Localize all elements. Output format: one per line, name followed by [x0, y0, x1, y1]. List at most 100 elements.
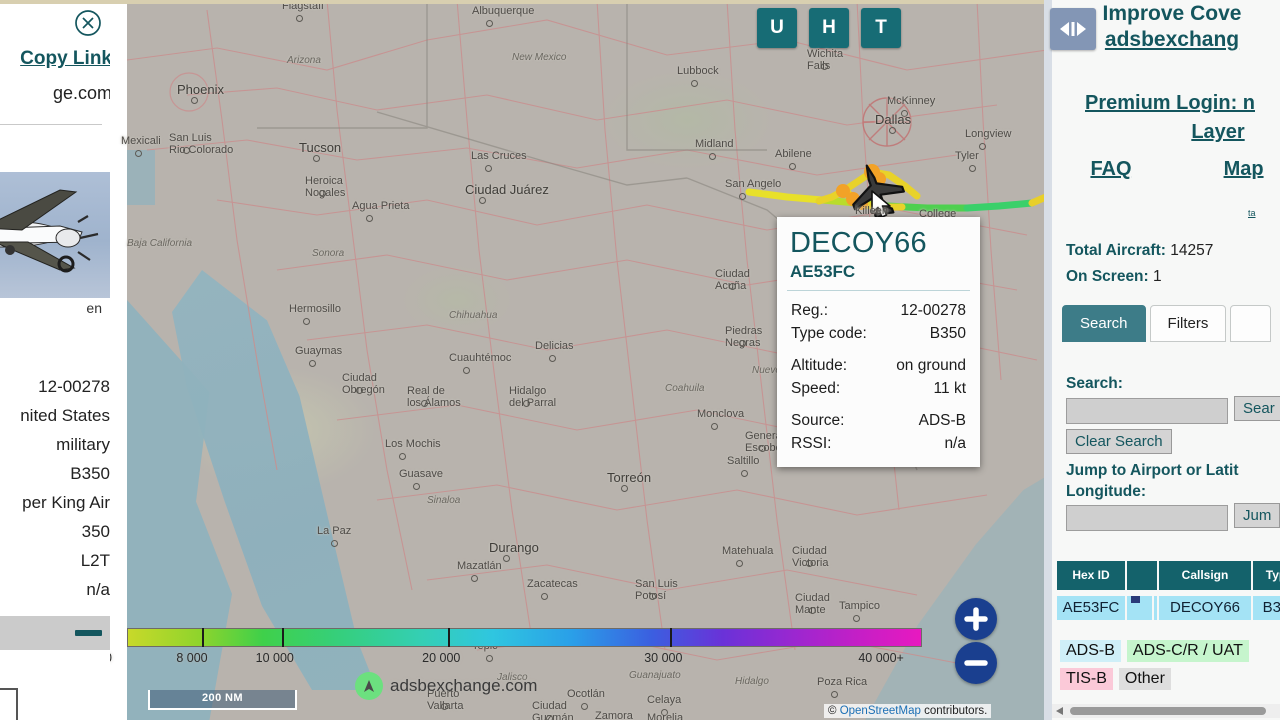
altitude-tick: [281, 628, 284, 647]
map-city-dot: [853, 615, 860, 622]
map-label-line: Potosí: [635, 590, 667, 602]
aircraft-spec-value: L2T: [80, 551, 110, 570]
map-label-line: Mazatlán: [457, 560, 502, 572]
map-label: Lubbock: [677, 65, 719, 77]
osm-link[interactable]: OpenStreetMap: [840, 705, 921, 717]
search-button[interactable]: Sear: [1234, 396, 1280, 421]
map-link[interactable]: Map: [1224, 158, 1264, 181]
table-header-cell[interactable]: Callsign: [1159, 561, 1253, 590]
panel-option-box[interactable]: [0, 688, 18, 720]
map-label-line: Guaymas: [295, 345, 343, 357]
map-city-dot: [739, 340, 746, 347]
popup-row-value: ADS-B: [918, 411, 966, 429]
tab-filters[interactable]: Filters: [1149, 305, 1227, 342]
sidebar-tabs[interactable]: Search Filters: [1062, 305, 1271, 342]
table-header-cell[interactable]: Typ: [1253, 561, 1280, 590]
aircraft-info-popup[interactable]: DECOY66 AE53FC Reg.: 12-00278 Type code: B3…: [777, 217, 980, 467]
map-button-t[interactable]: T: [861, 8, 901, 48]
map-city-dot: [889, 127, 896, 134]
map-label-line: los Álamos: [407, 397, 461, 409]
aircraft-detail-sidebar[interactable]: Copy Link ge.com en 12-00278 nited State…: [0, 0, 110, 720]
zoom-in-button[interactable]: [955, 598, 997, 640]
table-horizontal-scrollbar[interactable]: [1052, 704, 1280, 718]
map-label-line: Dallas: [875, 112, 912, 127]
adsbexchange-logo-icon: [355, 672, 383, 700]
map-city-dot: [691, 80, 698, 87]
sidebar-toggle-button[interactable]: [1050, 8, 1096, 50]
map-city-dot: [979, 143, 986, 150]
trail-opacity-slider[interactable]: [0, 616, 110, 650]
map-label: Mexicali: [121, 135, 161, 147]
map-city-dot: [296, 15, 303, 22]
map-city-dot: [621, 485, 628, 492]
table-header-cell[interactable]: Hex ID: [1057, 561, 1127, 590]
zoom-out-button[interactable]: [955, 642, 997, 684]
map-city-dot: [356, 387, 363, 394]
close-panel-button[interactable]: [74, 9, 102, 37]
aircraft-spec-value: nited States: [20, 406, 110, 425]
map-city-dot: [303, 318, 310, 325]
map-city-dot: [789, 163, 796, 170]
table-cell-hex[interactable]: AE53FC: [1057, 596, 1127, 620]
map-label: Poza Rica: [817, 676, 867, 688]
aircraft-spec-value: military: [56, 435, 110, 454]
map-label: Guasave: [399, 468, 443, 480]
altitude-tick-label: 20 000: [422, 651, 461, 665]
tab-overflow[interactable]: [1230, 305, 1271, 342]
map-label-line: Hidalgo: [735, 676, 769, 687]
map-label-line: Zacatecas: [527, 578, 578, 590]
map-button-u[interactable]: U: [757, 8, 797, 48]
jump-input[interactable]: [1066, 505, 1228, 531]
table-cell-type[interactable]: B35: [1253, 596, 1280, 620]
popup-row-label: Source:: [791, 411, 845, 429]
aircraft-spec-value: per King Air: [22, 493, 110, 512]
tab-search[interactable]: Search: [1062, 305, 1146, 342]
water-salton-sea: [127, 150, 155, 205]
map-label-line: Los Mochis: [385, 438, 441, 450]
map-label-line: La Paz: [317, 525, 352, 537]
map-label: Real de los Álamos: [407, 385, 461, 409]
table-cell-callsign[interactable]: DECOY66: [1159, 596, 1253, 620]
jump-button[interactable]: Jum: [1234, 503, 1280, 528]
map-label-line: Rio Colorado: [169, 144, 234, 156]
map-label: Midland: [695, 138, 734, 150]
map-label: Ciudad Obregón: [342, 372, 385, 396]
map-label-line: Zamora: [595, 710, 633, 720]
altitude-color-scale: [127, 628, 922, 647]
map-label: Mazatlán: [457, 560, 502, 572]
table-header-cell[interactable]: [1127, 561, 1159, 590]
map-city-dot: [471, 575, 478, 582]
map-label-line: Real de: [407, 385, 445, 397]
copy-link-button[interactable]: Copy Link: [0, 48, 110, 70]
table-row[interactable]: AE53FC DECOY66B35: [1057, 596, 1280, 620]
map-label-line: Morelia: [647, 712, 684, 720]
map-label: Zacatecas: [527, 578, 578, 590]
flag-graphic: [1130, 596, 1154, 620]
map-button-h[interactable]: H: [809, 8, 849, 48]
map-label-line: del Parral: [509, 397, 557, 409]
small-link[interactable]: ta: [1248, 208, 1256, 218]
premium-login-link[interactable]: Premium Login: n: [1052, 92, 1280, 115]
map-label-line: Coahuila: [665, 383, 705, 394]
map-label: Celaya: [647, 694, 681, 706]
adsbexchange-watermark-text: adsbexchange.com: [390, 676, 538, 695]
clear-search-button[interactable]: Clear Search: [1066, 429, 1172, 454]
aircraft-photo: [0, 172, 110, 298]
scroll-left-arrow-icon[interactable]: [1056, 707, 1063, 715]
map-city-dot: [581, 703, 588, 710]
faq-link[interactable]: FAQ: [1090, 158, 1131, 181]
altitude-tick-label: 30 000: [644, 651, 683, 665]
popup-row-value: n/a: [944, 434, 966, 452]
search-input[interactable]: [1066, 398, 1228, 424]
aircraft-table-header[interactable]: Hex ID CallsignTyp: [1057, 561, 1280, 590]
map-label: Abilene: [775, 148, 812, 160]
popup-row-value: on ground: [896, 356, 966, 374]
map-city-dot: [523, 400, 530, 407]
map-label-line: Midland: [695, 138, 734, 150]
map-label-line: Arizona: [287, 55, 321, 66]
layer-link[interactable]: Layer: [1148, 121, 1280, 144]
slider-handle[interactable]: [75, 630, 102, 636]
map-label-line: McKinney: [887, 95, 936, 107]
hscrollbar-thumb[interactable]: [1070, 707, 1266, 715]
map-button-t-label: T: [875, 17, 887, 38]
